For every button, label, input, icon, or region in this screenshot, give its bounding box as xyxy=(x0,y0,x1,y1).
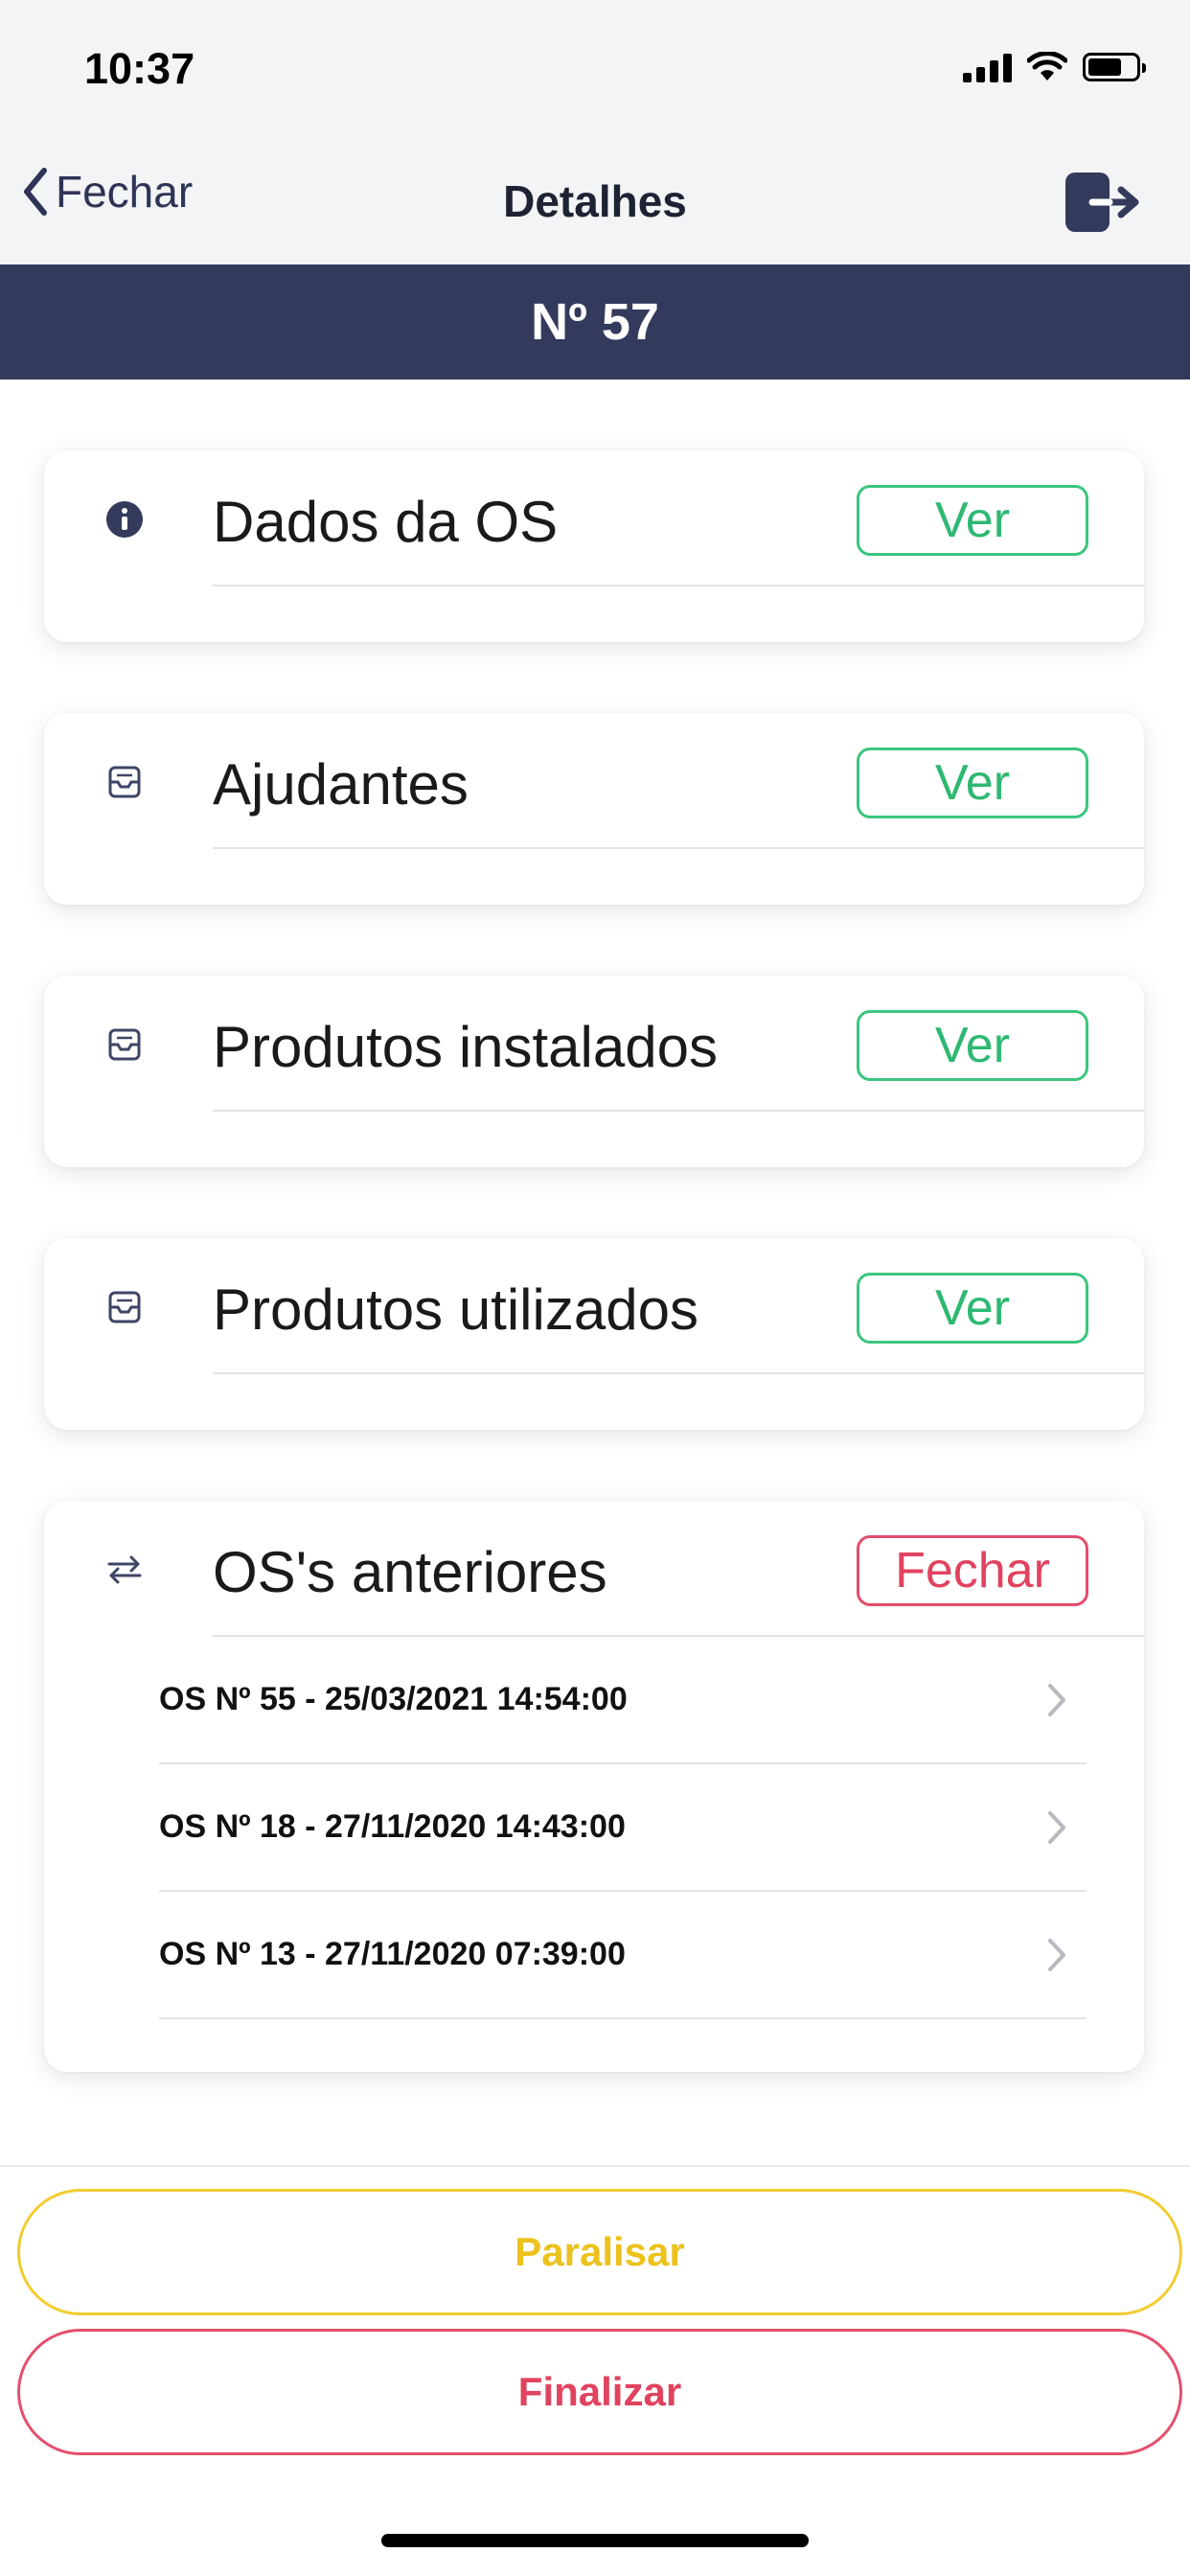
pause-button[interactable]: Paralisar xyxy=(17,2189,1182,2315)
logout-button[interactable] xyxy=(1064,171,1142,239)
previous-order-label: OS Nº 55 - 25/03/2021 14:54:00 xyxy=(159,1681,628,1717)
battery-icon xyxy=(1083,53,1146,81)
tray-icon xyxy=(105,1288,144,1326)
list-item[interactable]: OS Nº 18 - 27/11/2020 14:43:00 xyxy=(159,1764,1087,1892)
section-card-os-anteriores: OS's anteriores Fechar OS Nº 55 - 25/03/… xyxy=(44,1501,1144,2072)
previous-orders-list: OS Nº 55 - 25/03/2021 14:54:00 OS Nº 18 … xyxy=(159,1637,1087,2019)
view-button[interactable]: Ver xyxy=(857,485,1088,556)
status-time: 10:37 xyxy=(84,44,195,93)
finish-button[interactable]: Finalizar xyxy=(17,2329,1182,2455)
wifi-icon xyxy=(1027,52,1067,80)
order-number-banner: Nº 57 xyxy=(0,264,1190,380)
view-button[interactable]: Ver xyxy=(857,1010,1088,1081)
section-title: Produtos utilizados xyxy=(213,1277,698,1342)
swap-arrows-icon xyxy=(105,1551,144,1589)
tray-icon xyxy=(105,1025,144,1064)
status-icons xyxy=(963,52,1146,82)
section-title: Produtos instalados xyxy=(213,1015,718,1079)
top-bar: 10:37 Fechar Detalhes xyxy=(0,0,1190,264)
tray-icon xyxy=(105,763,144,801)
previous-order-label: OS Nº 18 - 27/11/2020 14:43:00 xyxy=(159,1808,626,1845)
chevron-right-icon xyxy=(1048,1810,1065,1844)
page-title: Detalhes xyxy=(503,176,687,226)
view-button[interactable]: Ver xyxy=(857,1273,1088,1344)
previous-order-label: OS Nº 13 - 27/11/2020 07:39:00 xyxy=(159,1936,626,1972)
divider xyxy=(213,1110,1144,1112)
section-title: Ajudantes xyxy=(213,752,469,816)
section-card-dados-da-os: Dados da OS Ver xyxy=(44,450,1144,642)
section-card-produtos-instalados: Produtos instalados Ver xyxy=(44,976,1144,1167)
section-card-ajudantes: Ajudantes Ver xyxy=(44,713,1144,905)
chevron-right-icon xyxy=(1048,1683,1065,1716)
section-title: OS's anteriores xyxy=(213,1540,607,1604)
cellular-signal-icon xyxy=(963,52,1012,82)
close-button[interactable]: Fechar xyxy=(857,1535,1088,1606)
home-indicator[interactable] xyxy=(381,2534,809,2547)
info-icon xyxy=(105,500,144,539)
divider xyxy=(213,585,1144,586)
section-title: Dados da OS xyxy=(213,490,559,554)
view-button[interactable]: Ver xyxy=(857,748,1088,818)
divider xyxy=(213,847,1144,849)
section-card-produtos-utilizados: Produtos utilizados Ver xyxy=(44,1238,1144,1430)
list-item[interactable]: OS Nº 13 - 27/11/2020 07:39:00 xyxy=(159,1892,1087,2019)
chevron-right-icon xyxy=(1048,1938,1065,1971)
list-item[interactable]: OS Nº 55 - 25/03/2021 14:54:00 xyxy=(159,1637,1087,1764)
exit-icon xyxy=(1065,172,1139,232)
divider xyxy=(0,2165,1190,2167)
divider xyxy=(213,1372,1144,1374)
